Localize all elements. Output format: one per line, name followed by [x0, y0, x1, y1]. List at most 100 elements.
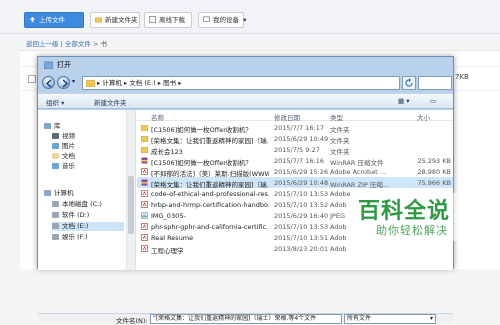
- nav-disk-f[interactable]: 娱乐 (F:): [52, 233, 88, 242]
- dialog-title-bar[interactable]: 打开: [38, 57, 453, 73]
- file-row[interactable]: [不抑郁的活法]（美）莱斯.扫描版(WWW... 2015/6/29 15:26 A…: [137, 166, 453, 177]
- drive-icon: [52, 212, 59, 218]
- dialog-title: 打开: [57, 61, 71, 69]
- file-name: [C1506]如何做一枚Offer收割机？: [151, 126, 252, 133]
- folder-plus-icon: [95, 17, 102, 23]
- computer-icon: [44, 190, 51, 196]
- scrollbar-thumb[interactable]: [128, 176, 134, 234]
- drive-icon: [52, 201, 59, 207]
- file-type: 文件夹: [330, 126, 350, 133]
- new-folder-web-button[interactable]: 新建文件夹: [90, 12, 140, 28]
- pdf-icon: [141, 223, 148, 230]
- organize-menu[interactable]: 组织 ▾: [46, 97, 64, 107]
- drive-icon: [52, 223, 59, 229]
- upload-button[interactable]: 上传文件: [24, 12, 84, 28]
- nav-video[interactable]: 视频: [52, 132, 75, 141]
- address-segment[interactable]: 图书: [163, 79, 176, 87]
- file-row[interactable]: 工程心理学 2013/8/23 20:01 Adob: [137, 243, 453, 254]
- breadcrumb: 返回上一级 | 全部文件 > 书: [26, 38, 107, 48]
- file-row[interactable]: [C1506]如何做一枚Offer收割机？ 2015/7/7 16:16 WinRA…: [137, 155, 453, 166]
- column-size[interactable]: 大小: [417, 112, 430, 122]
- image-icon: [141, 212, 148, 219]
- file-row[interactable]: [荣格文集：让我们重返精神的家园]（瑞... 2015/6/29 10:48 Win…: [137, 177, 453, 188]
- dialog-content: 库 视频 图片 文档 音乐 计算机 本地磁盘 (C:) 软件 (D:) 文档 (…: [38, 110, 453, 325]
- drive-icon: [52, 234, 59, 240]
- address-row: ▾ ▸ 计算机 ▸ 文档 (E:) ▸ 图书 ▸: [38, 74, 453, 92]
- forward-button[interactable]: [57, 76, 70, 89]
- file-type: Adobe Acrobat ...: [330, 168, 386, 176]
- column-date[interactable]: 修改日期: [274, 112, 300, 122]
- file-date: 2015/7/7 16:17: [274, 124, 324, 132]
- back-link[interactable]: 返回上一级: [26, 40, 59, 48]
- nav-documents[interactable]: 文档: [52, 152, 75, 161]
- nav-pictures[interactable]: 图片: [52, 142, 75, 151]
- all-files-link[interactable]: 全部文件: [65, 40, 91, 48]
- file-date: 2015/7/5 9:27: [274, 146, 320, 154]
- file-type-select[interactable]: 所有文件 ▾: [344, 314, 436, 324]
- offline-download-label: 离线下载: [159, 16, 185, 24]
- file-date: 2015/7/10 13:53: [274, 223, 329, 231]
- file-name: IMG_0305-: [151, 212, 186, 220]
- nav-label: 娱乐 (F:): [62, 233, 88, 241]
- file-type: Adob: [330, 234, 347, 242]
- column-type[interactable]: 类型: [330, 112, 343, 122]
- archive-icon: [141, 157, 148, 164]
- my-device-button[interactable]: 我的设备 ▾: [198, 12, 247, 28]
- file-size: 28,980 KB: [417, 168, 451, 176]
- nav-scrollbar[interactable]: [126, 110, 135, 270]
- file-row[interactable]: 成长会123 2015/7/5 9:27 文件夹: [137, 144, 453, 155]
- file-name: phr-sphr-gphr-and-california-certific...: [151, 223, 269, 231]
- chevron-down-icon: ▾: [243, 16, 247, 24]
- nav-libraries[interactable]: 库: [44, 122, 61, 131]
- file-type: WinRAR ZIP 压缩...: [330, 181, 390, 188]
- folder-icon: [141, 125, 148, 131]
- row-checkbox[interactable]: [28, 75, 36, 83]
- nav-label: 文档 (E:): [62, 222, 89, 230]
- file-type: 文件夹: [330, 148, 350, 155]
- filename-input[interactable]: "[荣格文集：让我们重返精神的家园]（瑞士）荣格.等4个文件: [150, 314, 342, 324]
- file-row[interactable]: [荣格文集：让我们重返精神的家园]（瑞... 2015/6/29 10:49 文件夹: [137, 133, 453, 144]
- refresh-button[interactable]: [402, 76, 416, 90]
- file-type-value: 所有文件: [347, 315, 372, 322]
- file-name: [荣格文集：让我们重返精神的家园]（瑞...: [151, 181, 269, 188]
- file-type: Adobe: [330, 190, 351, 198]
- nav-disk-e[interactable]: 文档 (E:): [52, 222, 124, 231]
- breadcrumb-separator: >: [92, 40, 99, 48]
- address-segment[interactable]: 文档 (E:): [129, 79, 155, 87]
- folder-icon: [141, 147, 148, 153]
- file-row[interactable]: [C1506]如何做一枚Offer收割机？ 2015/7/7 16:17 文件夹: [137, 122, 453, 133]
- archive-icon: [141, 179, 148, 186]
- file-size: 25,293 KB: [417, 157, 451, 165]
- address-sep-icon: ▸: [178, 79, 182, 87]
- file-type: WinRAR 压缩文件: [330, 159, 384, 166]
- view-options-icon[interactable]: ▦ ▾: [398, 97, 409, 105]
- address-bar[interactable]: ▸ 计算机 ▸ 文档 (E:) ▸ 图书 ▸: [82, 76, 400, 90]
- file-date: 2015/6/29 10:49: [274, 135, 329, 143]
- recent-locations-icon[interactable]: ▾: [72, 78, 75, 85]
- nav-computer[interactable]: 计算机: [44, 189, 74, 198]
- column-name[interactable]: 名称: [151, 112, 164, 122]
- file-date: 2015/6/29 10:48: [274, 179, 329, 187]
- device-icon: [203, 16, 210, 22]
- download-icon: [149, 16, 156, 23]
- file-size: 7KB: [455, 73, 469, 81]
- offline-download-button[interactable]: 离线下载: [144, 12, 192, 28]
- nav-music[interactable]: 音乐: [52, 162, 75, 171]
- arrow-left-icon: [45, 79, 52, 88]
- nav-label: 文档: [62, 152, 75, 160]
- nav-label: 图片: [62, 142, 75, 150]
- new-folder-button[interactable]: 新建文件夹: [94, 97, 127, 107]
- address-segment[interactable]: 计算机: [102, 79, 122, 87]
- video-icon: [52, 133, 59, 139]
- file-date: 2015/6/29 16:40: [274, 212, 329, 220]
- nav-disk-c[interactable]: 本地磁盘 (C:): [52, 200, 102, 209]
- preview-pane-icon[interactable]: ▭: [430, 97, 436, 105]
- search-input[interactable]: [418, 76, 452, 90]
- back-button[interactable]: [42, 76, 55, 89]
- window-app-icon: [44, 61, 53, 69]
- nav-disk-d[interactable]: 软件 (D:): [52, 211, 89, 220]
- filename-row: 文件名(N): "[荣格文集：让我们重返精神的家园]（瑞士）荣格.等4个文件 所…: [38, 313, 453, 325]
- pdf-icon: [141, 201, 148, 208]
- file-size: 75,966 KB: [417, 179, 451, 187]
- nav-label: 音乐: [62, 162, 75, 170]
